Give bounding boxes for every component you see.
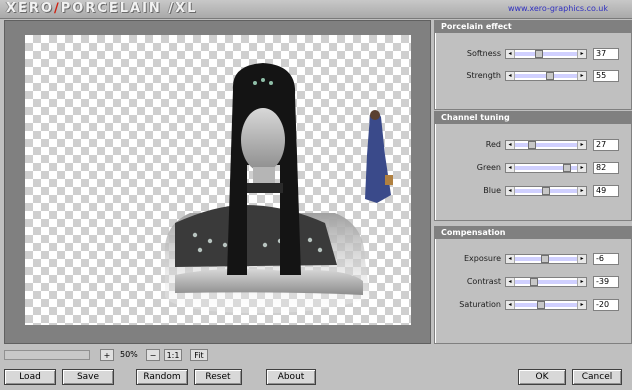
- saturation-value[interactable]: -20: [593, 299, 619, 311]
- exposure-row: Exposure ◂ ▸ -6: [435, 252, 631, 266]
- slider-thumb[interactable]: [542, 187, 551, 195]
- red-slider[interactable]: ◂ ▸: [505, 140, 587, 150]
- blue-row: Blue ◂ ▸ 49: [435, 184, 631, 198]
- slider-thumb[interactable]: [546, 72, 555, 80]
- app-logo: XERO∕PORCELAIN /XL: [6, 1, 198, 16]
- slider-thumb[interactable]: [534, 50, 543, 58]
- ok-button[interactable]: OK: [518, 369, 566, 385]
- progress-bar: [4, 350, 90, 360]
- slider-thumb[interactable]: [541, 255, 550, 263]
- zoom-fit-button[interactable]: Fit: [190, 349, 208, 361]
- slider-label: Blue: [483, 186, 501, 195]
- preview-canvas[interactable]: [25, 35, 411, 325]
- slider-thumb[interactable]: [536, 301, 545, 309]
- arrow-left-icon[interactable]: ◂: [506, 72, 515, 80]
- saturation-slider[interactable]: ◂ ▸: [505, 300, 587, 310]
- slider-label: Green: [476, 163, 501, 172]
- random-button[interactable]: Random: [136, 369, 188, 385]
- strength-value[interactable]: 55: [593, 70, 619, 82]
- blue-slider[interactable]: ◂ ▸: [505, 186, 587, 196]
- strength-row: Strength ◂ ▸ 55: [435, 69, 631, 83]
- arrow-left-icon[interactable]: ◂: [506, 141, 515, 149]
- slider-rail: [515, 143, 577, 147]
- panel-title: Porcelain effect: [435, 21, 631, 33]
- slider-label: Contrast: [466, 277, 501, 286]
- about-button[interactable]: About: [266, 369, 316, 385]
- zoom-in-button[interactable]: +: [100, 349, 114, 361]
- preview-frame: [4, 20, 431, 344]
- arrow-right-icon[interactable]: ▸: [577, 50, 586, 58]
- slider-thumb[interactable]: [528, 141, 537, 149]
- zoom-level: 50%: [120, 350, 138, 359]
- preview-image: [164, 63, 393, 314]
- zoom-1-1-button[interactable]: 1:1: [164, 349, 182, 361]
- slider-label: Strength: [466, 71, 501, 80]
- strength-slider[interactable]: ◂ ▸: [505, 71, 587, 81]
- exposure-value[interactable]: -6: [593, 253, 619, 265]
- exposure-slider[interactable]: ◂ ▸: [505, 254, 587, 264]
- contrast-slider[interactable]: ◂ ▸: [505, 277, 587, 287]
- arrow-left-icon[interactable]: ◂: [506, 50, 515, 58]
- slider-rail: [515, 303, 577, 307]
- reset-button[interactable]: Reset: [194, 369, 242, 385]
- slider-rail: [515, 280, 577, 284]
- channel-tuning-panel: Channel tuning Red ◂ ▸ 27 Green ◂ ▸ 82 B…: [434, 111, 632, 221]
- green-slider[interactable]: ◂ ▸: [505, 163, 587, 173]
- website-link[interactable]: www.xero-graphics.co.uk: [508, 4, 608, 13]
- zoom-toolbar: + 50% − 1:1 Fit: [4, 348, 429, 362]
- red-row: Red ◂ ▸ 27: [435, 138, 631, 152]
- slider-thumb[interactable]: [530, 278, 539, 286]
- arrow-right-icon[interactable]: ▸: [577, 278, 586, 286]
- softness-value[interactable]: 37: [593, 48, 619, 60]
- slider-label: Softness: [466, 49, 501, 58]
- green-value[interactable]: 82: [593, 162, 619, 174]
- arrow-right-icon[interactable]: ▸: [577, 301, 586, 309]
- porcelain-effect-panel: Porcelain effect Softness ◂ ▸ 37 Strengt…: [434, 20, 632, 110]
- zoom-out-button[interactable]: −: [146, 349, 160, 361]
- arrow-left-icon[interactable]: ◂: [506, 255, 515, 263]
- saturation-row: Saturation ◂ ▸ -20: [435, 298, 631, 312]
- panel-title: Compensation: [435, 227, 631, 239]
- slider-thumb[interactable]: [563, 164, 572, 172]
- arrow-right-icon[interactable]: ▸: [577, 164, 586, 172]
- softness-row: Softness ◂ ▸ 37: [435, 47, 631, 61]
- panel-title: Channel tuning: [435, 112, 631, 124]
- title-bar: XERO∕PORCELAIN /XL www.xero-graphics.co.…: [0, 0, 632, 19]
- arrow-left-icon[interactable]: ◂: [506, 164, 515, 172]
- slider-rail: [515, 52, 577, 56]
- blue-value[interactable]: 49: [593, 185, 619, 197]
- save-button[interactable]: Save: [62, 369, 114, 385]
- slider-label: Exposure: [463, 254, 501, 263]
- arrow-left-icon[interactable]: ◂: [506, 278, 515, 286]
- contrast-value[interactable]: -39: [593, 276, 619, 288]
- contrast-row: Contrast ◂ ▸ -39: [435, 275, 631, 289]
- slider-label: Red: [485, 140, 501, 149]
- arrow-right-icon[interactable]: ▸: [577, 141, 586, 149]
- compensation-panel: Compensation Exposure ◂ ▸ -6 Contrast ◂ …: [434, 226, 632, 344]
- arrow-left-icon[interactable]: ◂: [506, 301, 515, 309]
- cancel-button[interactable]: Cancel: [572, 369, 622, 385]
- red-value[interactable]: 27: [593, 139, 619, 151]
- load-button[interactable]: Load: [4, 369, 56, 385]
- arrow-left-icon[interactable]: ◂: [506, 187, 515, 195]
- slider-label: Saturation: [459, 300, 501, 309]
- arrow-right-icon[interactable]: ▸: [577, 255, 586, 263]
- arrow-right-icon[interactable]: ▸: [577, 72, 586, 80]
- arrow-right-icon[interactable]: ▸: [577, 187, 586, 195]
- green-row: Green ◂ ▸ 82: [435, 161, 631, 175]
- softness-slider[interactable]: ◂ ▸: [505, 49, 587, 59]
